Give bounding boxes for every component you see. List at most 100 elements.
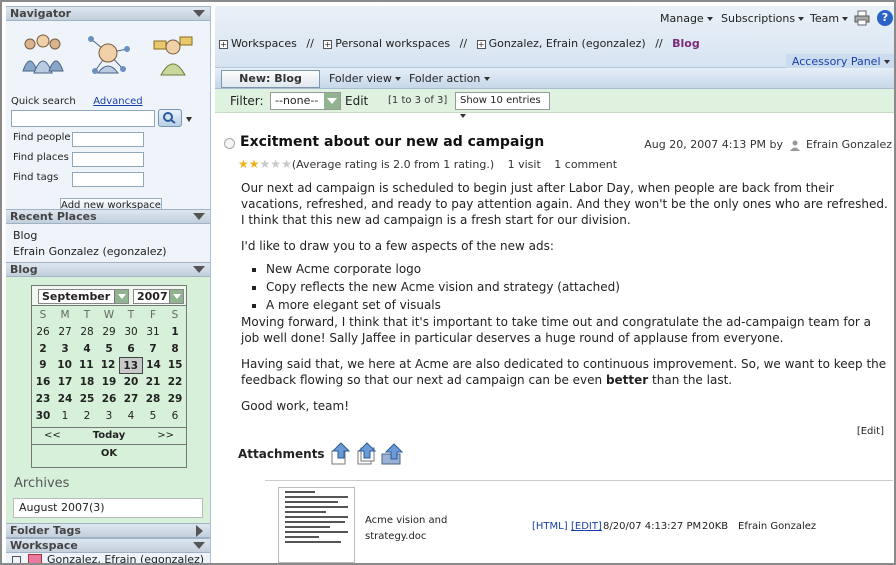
find-people-input[interactable] [72, 132, 144, 147]
edit-entry-link[interactable]: [Edit] [857, 426, 884, 437]
comments-link[interactable]: 1 comment [554, 158, 617, 171]
search-button[interactable] [158, 109, 182, 127]
folder-tags-header[interactable]: Folder Tags [6, 523, 210, 538]
entry-title[interactable]: Excitment about our new ad campaign [240, 134, 544, 150]
today-button[interactable]: Today [93, 428, 125, 444]
people-icon[interactable] [20, 31, 66, 77]
subscriptions-menu[interactable]: Subscriptions [721, 12, 805, 25]
breadcrumb-item[interactable]: Personal workspaces [335, 37, 450, 50]
calendar-day[interactable]: 3 [54, 341, 76, 358]
calendar-day[interactable]: 20 [120, 374, 142, 391]
calendar-day[interactable]: 1 [54, 408, 76, 425]
calendar-day[interactable]: 27 [120, 391, 142, 408]
calendar-day[interactable]: 26 [98, 391, 120, 408]
upload-file-icon[interactable] [330, 442, 352, 466]
year-select[interactable]: 2007 [133, 289, 184, 304]
collapse-icon[interactable] [193, 266, 205, 273]
filter-edit-link[interactable]: Edit [345, 94, 368, 108]
calendar-day[interactable]: 23 [32, 391, 54, 408]
ok-button[interactable]: OK [32, 444, 186, 461]
folder-action-menu[interactable]: Folder action [409, 72, 490, 85]
expand-icon[interactable]: + [476, 39, 486, 49]
star-icon[interactable]: ★ [249, 157, 260, 171]
next-month-button[interactable]: >> [157, 428, 174, 444]
calendar-day[interactable]: 9 [32, 357, 54, 374]
search-options-icon[interactable] [186, 117, 192, 122]
expand-icon[interactable]: + [323, 39, 333, 49]
month-select[interactable]: September [38, 289, 129, 304]
show-entries-select[interactable]: Show 10 entries [455, 92, 550, 118]
calendar-day[interactable]: 4 [76, 341, 98, 358]
calendar-day[interactable]: 2 [32, 341, 54, 358]
places-network-icon[interactable] [85, 31, 131, 77]
prev-month-button[interactable]: << [44, 428, 61, 444]
calendar-day[interactable]: 18 [76, 374, 98, 391]
calendar-day[interactable]: 24 [54, 391, 76, 408]
advanced-search-link[interactable]: Advanced [93, 96, 142, 107]
attachment-name[interactable]: Acme vision and strategy.doc [365, 513, 460, 545]
calendar-day[interactable]: 28 [142, 391, 164, 408]
star-icon[interactable]: ★ [238, 157, 249, 171]
find-tags-input[interactable] [72, 172, 144, 187]
calendar-day[interactable]: 30 [32, 408, 54, 425]
calendar-day[interactable]: 5 [98, 341, 120, 358]
collapse-icon[interactable] [193, 542, 205, 549]
calendar-day[interactable]: 4 [120, 408, 142, 425]
archive-item[interactable]: August 2007(3) [13, 498, 203, 518]
calendar-day[interactable]: 28 [76, 324, 98, 341]
calendar-day[interactable]: 11 [75, 357, 97, 374]
calendar-day[interactable]: 31 [142, 324, 164, 341]
quick-search-input[interactable] [11, 110, 155, 127]
folder-view-menu[interactable]: Folder view [329, 72, 402, 85]
calendar-day[interactable]: 10 [54, 357, 76, 374]
recent-place-item[interactable]: Blog [13, 228, 203, 244]
team-menu[interactable]: Team [810, 12, 849, 25]
calendar-day[interactable]: 6 [164, 408, 186, 425]
navigator-header[interactable]: Navigator [6, 6, 210, 21]
upload-multiple-icon[interactable] [356, 442, 378, 466]
recent-places-header[interactable]: Recent Places [6, 209, 210, 224]
calendar-day[interactable]: 29 [98, 324, 120, 341]
collapse-entry-icon[interactable] [224, 138, 235, 149]
document-thumbnail[interactable] [278, 487, 355, 563]
calendar-day[interactable]: 30 [120, 324, 142, 341]
calendar-day-today[interactable]: 13 [118, 357, 143, 375]
calendar-day[interactable]: 5 [142, 408, 164, 425]
recent-place-item[interactable]: Efrain Gonzalez (egonzalez) [13, 244, 203, 260]
entry-author[interactable]: Efrain Gonzalez [806, 138, 892, 151]
calendar-day[interactable]: 12 [97, 357, 119, 374]
upload-folder-icon[interactable] [381, 442, 404, 466]
breadcrumb-item[interactable]: Gonzalez, Efrain (egonzalez) [489, 37, 646, 50]
breadcrumb-item[interactable]: Workspaces [231, 37, 297, 50]
calendar-day[interactable]: 22 [164, 374, 186, 391]
star-icon[interactable]: ★ [281, 157, 292, 171]
visits-link[interactable]: 1 visit [508, 158, 541, 171]
expand-icon[interactable]: + [219, 39, 228, 49]
edit-attachment-link[interactable]: [EDIT] [571, 521, 602, 532]
tree-toggle-icon[interactable] [12, 555, 21, 563]
expand-icon[interactable] [196, 525, 203, 537]
calendar-day[interactable]: 8 [164, 341, 186, 358]
manage-menu[interactable]: Manage [660, 12, 713, 25]
workspace-item[interactable]: Gonzalez, Efrain (egonzalez) [47, 553, 204, 563]
star-icon[interactable]: ★ [270, 157, 281, 171]
calendar-day[interactable]: 15 [164, 357, 186, 374]
help-icon[interactable]: ? [877, 10, 893, 26]
calendar-day[interactable]: 3 [98, 408, 120, 425]
calendar-day[interactable]: 21 [142, 374, 164, 391]
find-places-input[interactable] [72, 152, 144, 167]
collapse-icon[interactable] [193, 213, 205, 220]
calendar-day[interactable]: 14 [143, 357, 165, 374]
filter-select[interactable]: --none-- [270, 92, 341, 110]
calendar-day[interactable]: 27 [54, 324, 76, 341]
calendar-day[interactable]: 29 [164, 391, 186, 408]
print-icon[interactable] [854, 10, 870, 26]
calendar-day[interactable]: 19 [98, 374, 120, 391]
new-blog-entry-button[interactable]: New: Blog entry [221, 70, 320, 101]
calendar-day[interactable]: 2 [76, 408, 98, 425]
calendar-day[interactable]: 26 [32, 324, 54, 341]
calendar-day[interactable]: 25 [76, 391, 98, 408]
star-icon[interactable]: ★ [260, 157, 271, 171]
html-view-link[interactable]: [HTML] [532, 521, 568, 532]
calendar-day[interactable]: 16 [32, 374, 54, 391]
